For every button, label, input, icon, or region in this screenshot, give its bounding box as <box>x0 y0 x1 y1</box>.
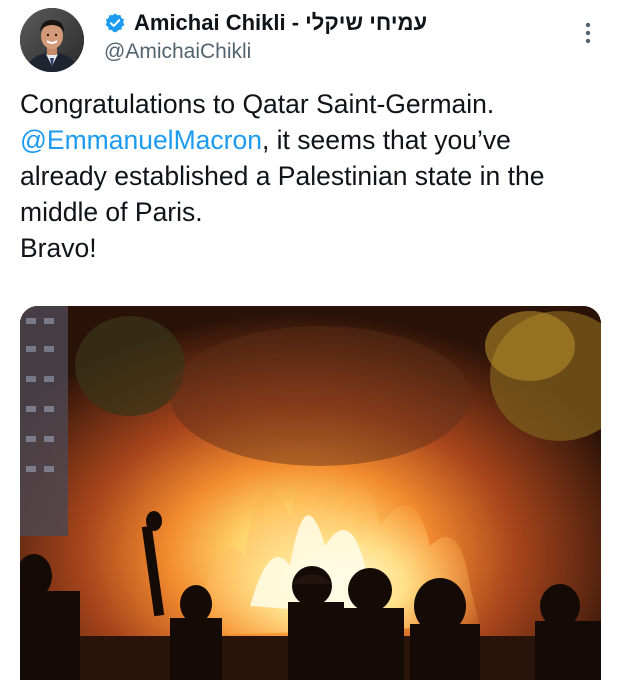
tweet: Amichai Chikli - עמיחי שיקלי @AmichaiChi… <box>0 0 620 680</box>
tweet-text-line1: Congratulations to Qatar Saint-Germain. <box>20 89 495 119</box>
author-avatar[interactable] <box>20 8 84 72</box>
tweet-media-photo[interactable] <box>20 306 601 680</box>
author-handle[interactable]: @AmichaiChikli <box>104 40 564 64</box>
author-display-name[interactable]: Amichai Chikli - עמיחי שיקלי <box>134 10 427 36</box>
person-avatar-icon <box>20 8 84 72</box>
fire-scene-photo-icon <box>20 306 601 680</box>
verified-badge-icon <box>105 13 125 33</box>
tweet-text-closing: Bravo! <box>20 233 97 263</box>
mention-link[interactable]: @EmmanuelMacron <box>20 125 262 155</box>
tweet-header: Amichai Chikli - עמיחי שיקלי @AmichaiChi… <box>104 8 564 64</box>
more-options-icon[interactable] <box>578 20 598 46</box>
name-row: Amichai Chikli - עמיחי שיקלי <box>104 8 564 38</box>
tweet-text: Congratulations to Qatar Saint-Germain. … <box>20 86 605 266</box>
tweet-text-body: @EmmanuelMacron, it seems that you’ve al… <box>20 122 605 230</box>
